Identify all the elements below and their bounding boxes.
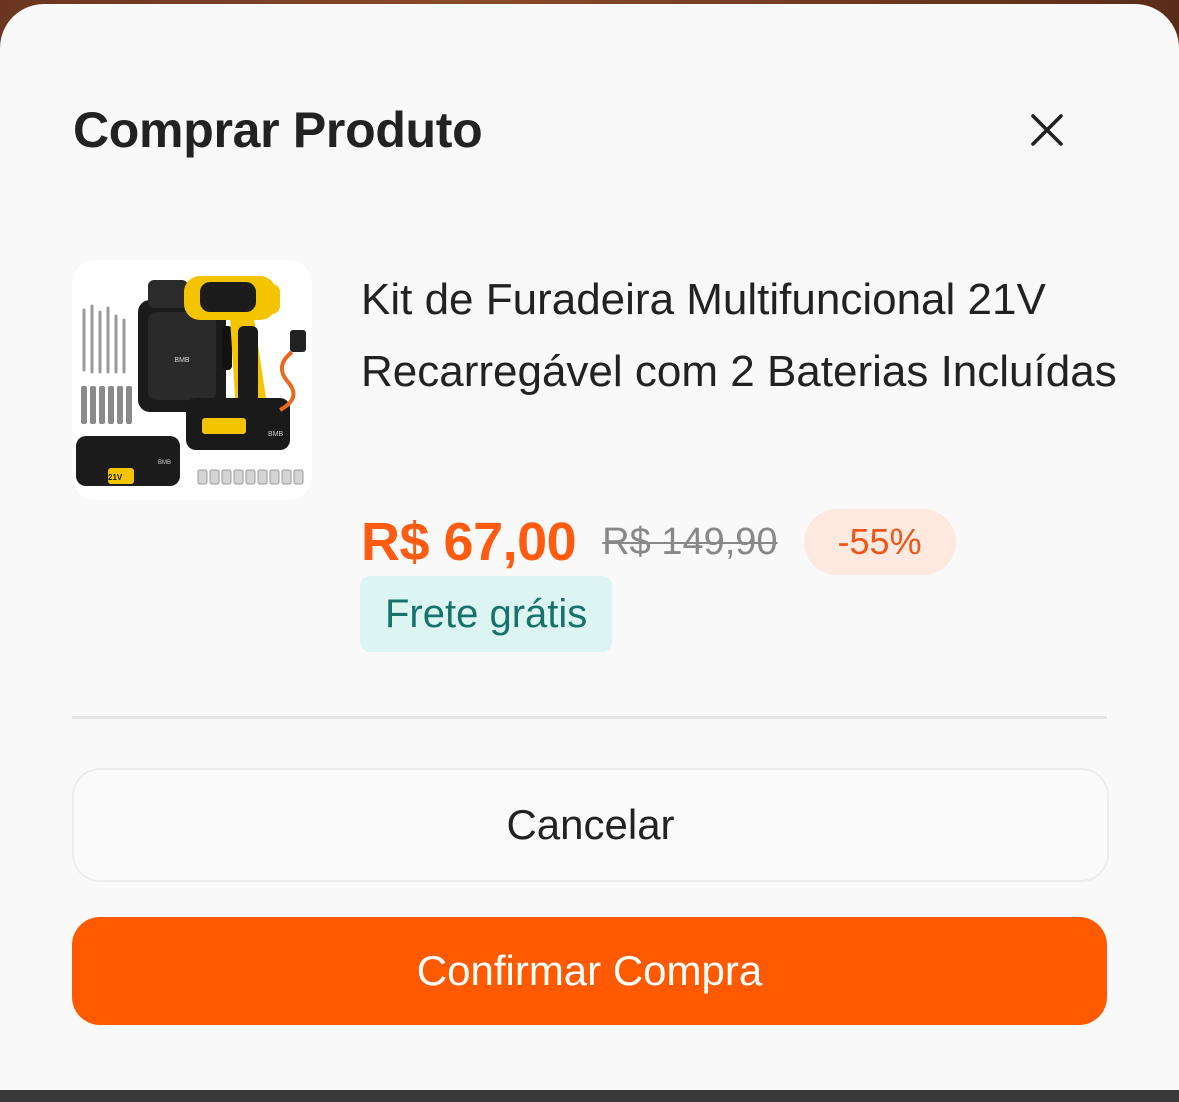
confirm-purchase-button[interactable]: Confirmar Compra [72,917,1107,1025]
svg-text:21V: 21V [108,473,123,482]
svg-text:BMB: BMB [158,460,171,466]
svg-text:BMB: BMB [174,357,190,364]
purchase-modal: Comprar Produto BMB BMB 21V BMB Kit de F… [0,4,1179,1090]
cancel-button[interactable]: Cancelar [72,768,1109,882]
background-overlay-bottom [0,1090,1179,1102]
price-current: R$ 67,00 [361,512,577,572]
close-button[interactable] [1017,100,1077,160]
divider [72,716,1107,719]
modal-title: Comprar Produto [73,102,483,158]
product-name: Kit de Furadeira Multifuncional 21V Reca… [361,275,1117,396]
free-shipping-badge: Frete grátis [360,576,613,652]
discount-badge: -55% [803,509,956,575]
product-image: BMB BMB 21V BMB [72,260,312,500]
svg-text:BMB: BMB [268,431,284,438]
price-row: R$ 67,00 R$ 149,90 -55% [361,509,956,575]
close-icon [1031,114,1063,146]
price-original: R$ 149,90 [602,520,778,563]
